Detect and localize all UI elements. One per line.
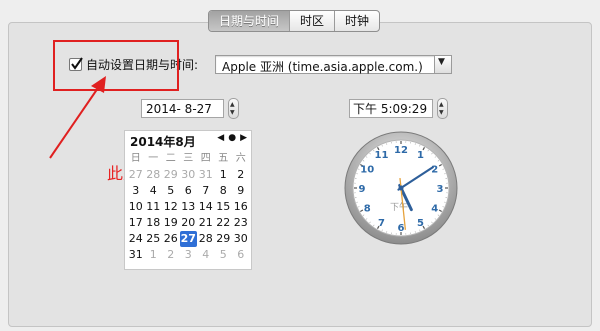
calendar-day[interactable]: 23	[232, 215, 250, 231]
calendar-day[interactable]: 3	[127, 183, 145, 199]
calendar-day[interactable]: 8	[215, 183, 233, 199]
calendar-week-row: 3456789	[127, 183, 250, 199]
weekday-label: 三	[183, 153, 194, 164]
weekday-label: 一	[148, 153, 159, 164]
previous-month-icon[interactable]: ◀	[217, 133, 224, 143]
next-month-icon[interactable]: ▶	[240, 133, 247, 143]
calendar-day[interactable]: 19	[162, 215, 180, 231]
calendar-day[interactable]: 13	[180, 199, 198, 215]
stepper-down-icon[interactable]: ▼	[439, 109, 444, 116]
calendar-day[interactable]: 12	[162, 199, 180, 215]
calendar-week-row: 17 18 19 20 21 22 23	[127, 215, 250, 231]
calendar-day[interactable]: 31	[197, 167, 215, 183]
calendar-week-row: 31 1 2 3 4 5 6	[127, 247, 250, 263]
calendar-day[interactable]: 28	[197, 231, 215, 247]
weekday-label: 二	[165, 153, 176, 164]
annotation-arrow-icon	[49, 76, 106, 159]
tab-date-time[interactable]: 日期与时间	[209, 11, 291, 31]
calendar-day[interactable]: 15	[215, 199, 233, 215]
calendar-day[interactable]: 28	[145, 167, 163, 183]
stepper-down-icon[interactable]: ▼	[230, 109, 235, 116]
tab-time-zone[interactable]: 时区	[290, 11, 336, 31]
calendar-day[interactable]: 21	[197, 215, 215, 231]
clock-number: 11	[375, 150, 389, 161]
calendar-nav: ◀ ● ▶	[217, 133, 247, 143]
calendar-day[interactable]: 20	[180, 215, 198, 231]
stepper-up-icon[interactable]: ▲	[230, 101, 235, 108]
clock-number: 7	[378, 218, 385, 229]
time-stepper[interactable]: ▲ ▼	[437, 98, 448, 119]
clock-center-pin	[398, 185, 404, 191]
calendar-day[interactable]: 25	[145, 231, 163, 247]
analog-clock: 12 12 3 45 6 78 9 1011 下午	[344, 131, 458, 245]
clock-number: 5	[417, 218, 424, 229]
clock-number: 1	[417, 150, 424, 161]
clock-number: 6	[398, 223, 405, 234]
calendar-day[interactable]: 4	[197, 247, 215, 263]
calendar-title: 2014年8月	[130, 135, 196, 149]
clock-number: 12	[394, 145, 408, 156]
calendar-day[interactable]: 6	[232, 247, 250, 263]
calendar-day-selected[interactable]: 27	[179, 231, 197, 247]
calendar-day[interactable]: 1	[215, 167, 233, 183]
tab-clock[interactable]: 时钟	[335, 11, 379, 31]
weekday-label: 六	[235, 153, 246, 164]
calendar-day[interactable]: 4	[145, 183, 163, 199]
tab-bar: 日期与时间 时区 时钟	[208, 10, 381, 32]
today-dot-icon[interactable]: ●	[228, 133, 236, 143]
calendar-day[interactable]: 2	[232, 167, 250, 183]
calendar-week-row: 10 11 12 13 14 15 16	[127, 199, 250, 215]
calendar-day[interactable]: 1	[145, 247, 163, 263]
calendar: 2014年8月 ◀ ● ▶ 日一二三四五六 27 28 29 30 31 1 2 3 4 5 6 7 8…	[124, 130, 252, 270]
calendar-day[interactable]: 16	[232, 199, 250, 215]
clock-number: 10	[360, 165, 374, 176]
calendar-day[interactable]: 5	[162, 183, 180, 199]
calendar-day[interactable]: 7	[197, 183, 215, 199]
clock-number: 2	[431, 165, 438, 176]
calendar-day[interactable]: 5	[215, 247, 233, 263]
clock-number: 8	[364, 204, 371, 215]
calendar-day[interactable]: 2	[162, 247, 180, 263]
date-field[interactable]: 2014- 8-27	[141, 99, 224, 118]
weekday-label: 五	[218, 153, 229, 164]
calendar-day[interactable]: 18	[145, 215, 163, 231]
calendar-week-row: 24 25 26 27 28 29 30	[127, 231, 250, 247]
calendar-week-row: 27 28 29 30 31 1 2	[127, 167, 250, 183]
calendar-day[interactable]: 10	[127, 199, 145, 215]
calendar-day[interactable]: 24	[127, 231, 145, 247]
calendar-day[interactable]: 27	[127, 167, 145, 183]
calendar-day[interactable]: 17	[127, 215, 145, 231]
clock-number: 3	[437, 184, 444, 195]
calendar-day[interactable]: 14	[197, 199, 215, 215]
weekday-header: 日一二三四五六	[127, 151, 250, 167]
time-field[interactable]: 下午 5:09:29	[349, 99, 433, 118]
date-stepper[interactable]: ▲ ▼	[228, 98, 239, 119]
weekday-label: 日	[130, 153, 141, 164]
calendar-day[interactable]: 9	[232, 183, 250, 199]
calendar-day[interactable]: 11	[145, 199, 163, 215]
calendar-day[interactable]: 30	[180, 167, 198, 183]
clock-number: 9	[359, 184, 366, 195]
calendar-day[interactable]: 31	[127, 247, 145, 263]
weekday-label: 四	[200, 153, 211, 164]
calendar-day[interactable]: 22	[215, 215, 233, 231]
calendar-day[interactable]: 29	[215, 231, 233, 247]
clock-ampm-label: 下午	[390, 201, 408, 213]
calendar-day[interactable]: 6	[180, 183, 198, 199]
calendar-day[interactable]: 29	[162, 167, 180, 183]
calendar-day[interactable]: 26	[162, 231, 180, 247]
stepper-up-icon[interactable]: ▲	[439, 101, 444, 108]
clock-number: 4	[431, 204, 438, 215]
calendar-day[interactable]: 3	[180, 247, 198, 263]
calendar-grid: 日一二三四五六 27 28 29 30 31 1 2 3 4 5 6 7 8 9 10 11 12 13 14 15 1…	[127, 151, 250, 263]
calendar-day[interactable]: 30	[232, 231, 250, 247]
